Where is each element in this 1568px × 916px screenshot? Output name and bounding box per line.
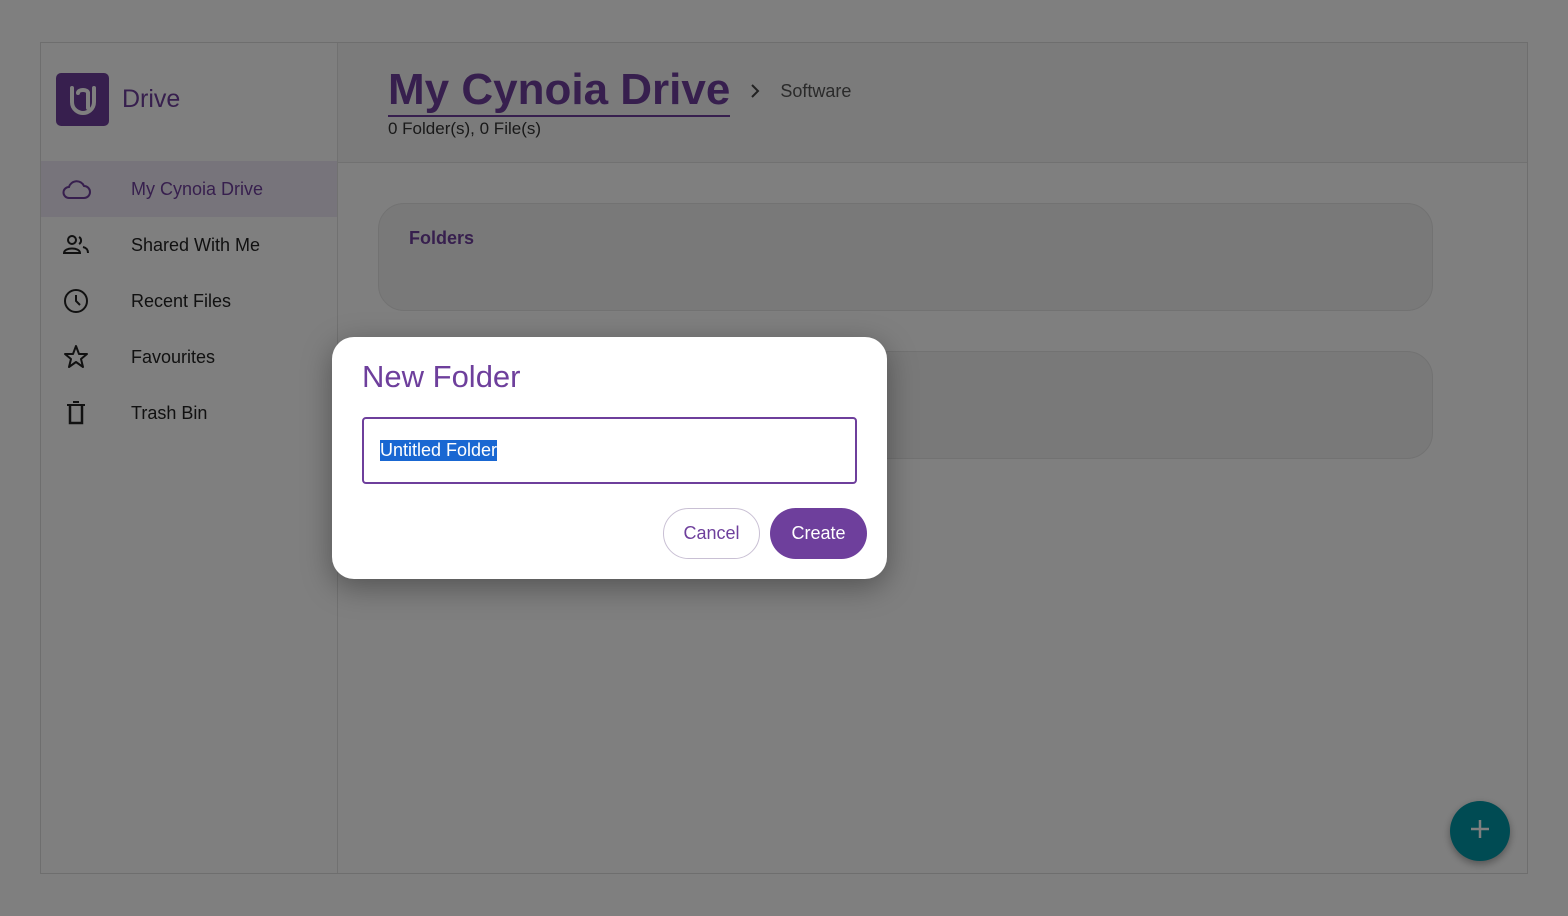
folder-name-input[interactable]	[362, 417, 857, 484]
new-folder-dialog: New Folder Cancel Create	[332, 337, 887, 579]
dialog-title: New Folder	[362, 359, 521, 394]
cancel-button[interactable]: Cancel	[663, 508, 760, 559]
create-button[interactable]: Create	[770, 508, 867, 559]
